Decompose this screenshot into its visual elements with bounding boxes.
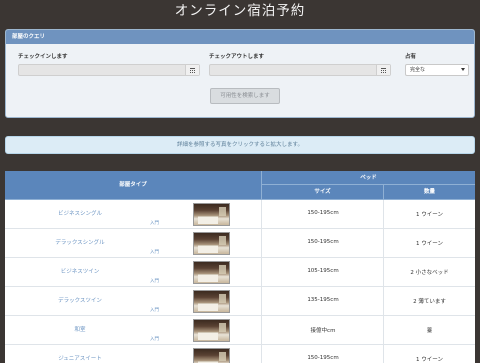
room-detail-link[interactable]: 入門 bbox=[150, 278, 159, 284]
room-name[interactable]: ビジネスツイン bbox=[5, 267, 155, 275]
room-detail-link[interactable]: 入門 bbox=[150, 307, 159, 313]
search-availability-button[interactable]: 可用性を検索します bbox=[210, 88, 280, 104]
table-row: デラックスシングル 入門 150-195cm 1 ウイーン bbox=[5, 229, 475, 258]
col-bed: ベッド bbox=[262, 171, 475, 185]
col-size: サイズ bbox=[262, 185, 384, 200]
page-title: オンライン宿泊予約 bbox=[174, 3, 306, 19]
bed-count: 2 小さなベッド bbox=[410, 270, 449, 276]
bed-count: 1 ウイーン bbox=[416, 357, 443, 363]
col-room-type: 部屋タイプ bbox=[5, 171, 262, 200]
occupancy-label: 占有 bbox=[405, 54, 417, 60]
bed-size: 150-195cm bbox=[307, 355, 339, 361]
table-row: ビジネスツイン 入門 105-195cm 2 小さなベッド bbox=[5, 258, 475, 287]
checkin-label: チェックインします bbox=[18, 54, 68, 60]
bed-size: 接億中cm bbox=[310, 328, 336, 334]
room-name[interactable]: ビジネスシングル bbox=[5, 209, 155, 217]
room-photo[interactable] bbox=[193, 232, 230, 255]
bed-count: 1 ウイーン bbox=[416, 212, 443, 218]
table-row: ジュニアスイート 入門 150-195cm 1 ウイーン bbox=[5, 345, 475, 363]
bed-size: 150-195cm bbox=[307, 239, 339, 245]
panel-title: 部屋のクエリ bbox=[6, 30, 474, 44]
col-count: 数量 bbox=[384, 185, 475, 200]
room-query-panel: 部屋のクエリ チェックインします チェックアウトします 占有 完全な 可用性を検… bbox=[5, 29, 475, 118]
room-photo[interactable] bbox=[193, 203, 230, 226]
calendar-icon bbox=[190, 67, 195, 73]
room-photo[interactable] bbox=[193, 348, 230, 363]
room-name[interactable]: ジュニアスイート bbox=[5, 354, 155, 362]
bed-count: 1 ウイーン bbox=[416, 241, 443, 247]
bed-count: 薹 bbox=[426, 328, 433, 334]
checkin-date-input[interactable] bbox=[18, 64, 200, 76]
room-name[interactable]: デラックスシングル bbox=[5, 238, 155, 246]
rooms-table: 部屋タイプ ベッド サイズ 数量 ビジネスシングル 入門 150-195cm 1… bbox=[5, 171, 475, 363]
occupancy-select[interactable]: 完全な bbox=[405, 64, 469, 76]
checkout-date-input[interactable] bbox=[209, 64, 391, 76]
bed-count: 2 薄ています bbox=[413, 299, 446, 305]
table-row: 和室 入門 接億中cm 薹 bbox=[5, 316, 475, 345]
checkout-label: チェックアウトします bbox=[209, 54, 265, 60]
bed-size: 135-195cm bbox=[307, 297, 339, 303]
room-name[interactable]: デラックスツイン bbox=[5, 296, 155, 304]
table-row: デラックスツイン 入門 135-195cm 2 薄ています bbox=[5, 287, 475, 316]
table-row: ビジネスシングル 入門 150-195cm 1 ウイーン bbox=[5, 200, 475, 229]
room-photo[interactable] bbox=[193, 319, 230, 342]
checkin-calendar-button[interactable] bbox=[185, 65, 199, 75]
room-photo[interactable] bbox=[193, 261, 230, 284]
info-message: 詳細を参照する写真をクリックすると拡大します。 bbox=[5, 136, 475, 154]
room-name[interactable]: 和室 bbox=[5, 325, 155, 333]
calendar-icon bbox=[381, 67, 386, 73]
occupancy-value: 完全な bbox=[410, 67, 426, 73]
room-photo[interactable] bbox=[193, 290, 230, 313]
room-detail-link[interactable]: 入門 bbox=[150, 336, 159, 342]
bed-size: 150-195cm bbox=[307, 210, 339, 216]
bed-size: 105-195cm bbox=[307, 268, 339, 274]
chevron-down-icon bbox=[461, 68, 465, 71]
room-detail-link[interactable]: 入門 bbox=[150, 249, 159, 255]
room-detail-link[interactable]: 入門 bbox=[150, 220, 159, 226]
checkout-calendar-button[interactable] bbox=[376, 65, 390, 75]
